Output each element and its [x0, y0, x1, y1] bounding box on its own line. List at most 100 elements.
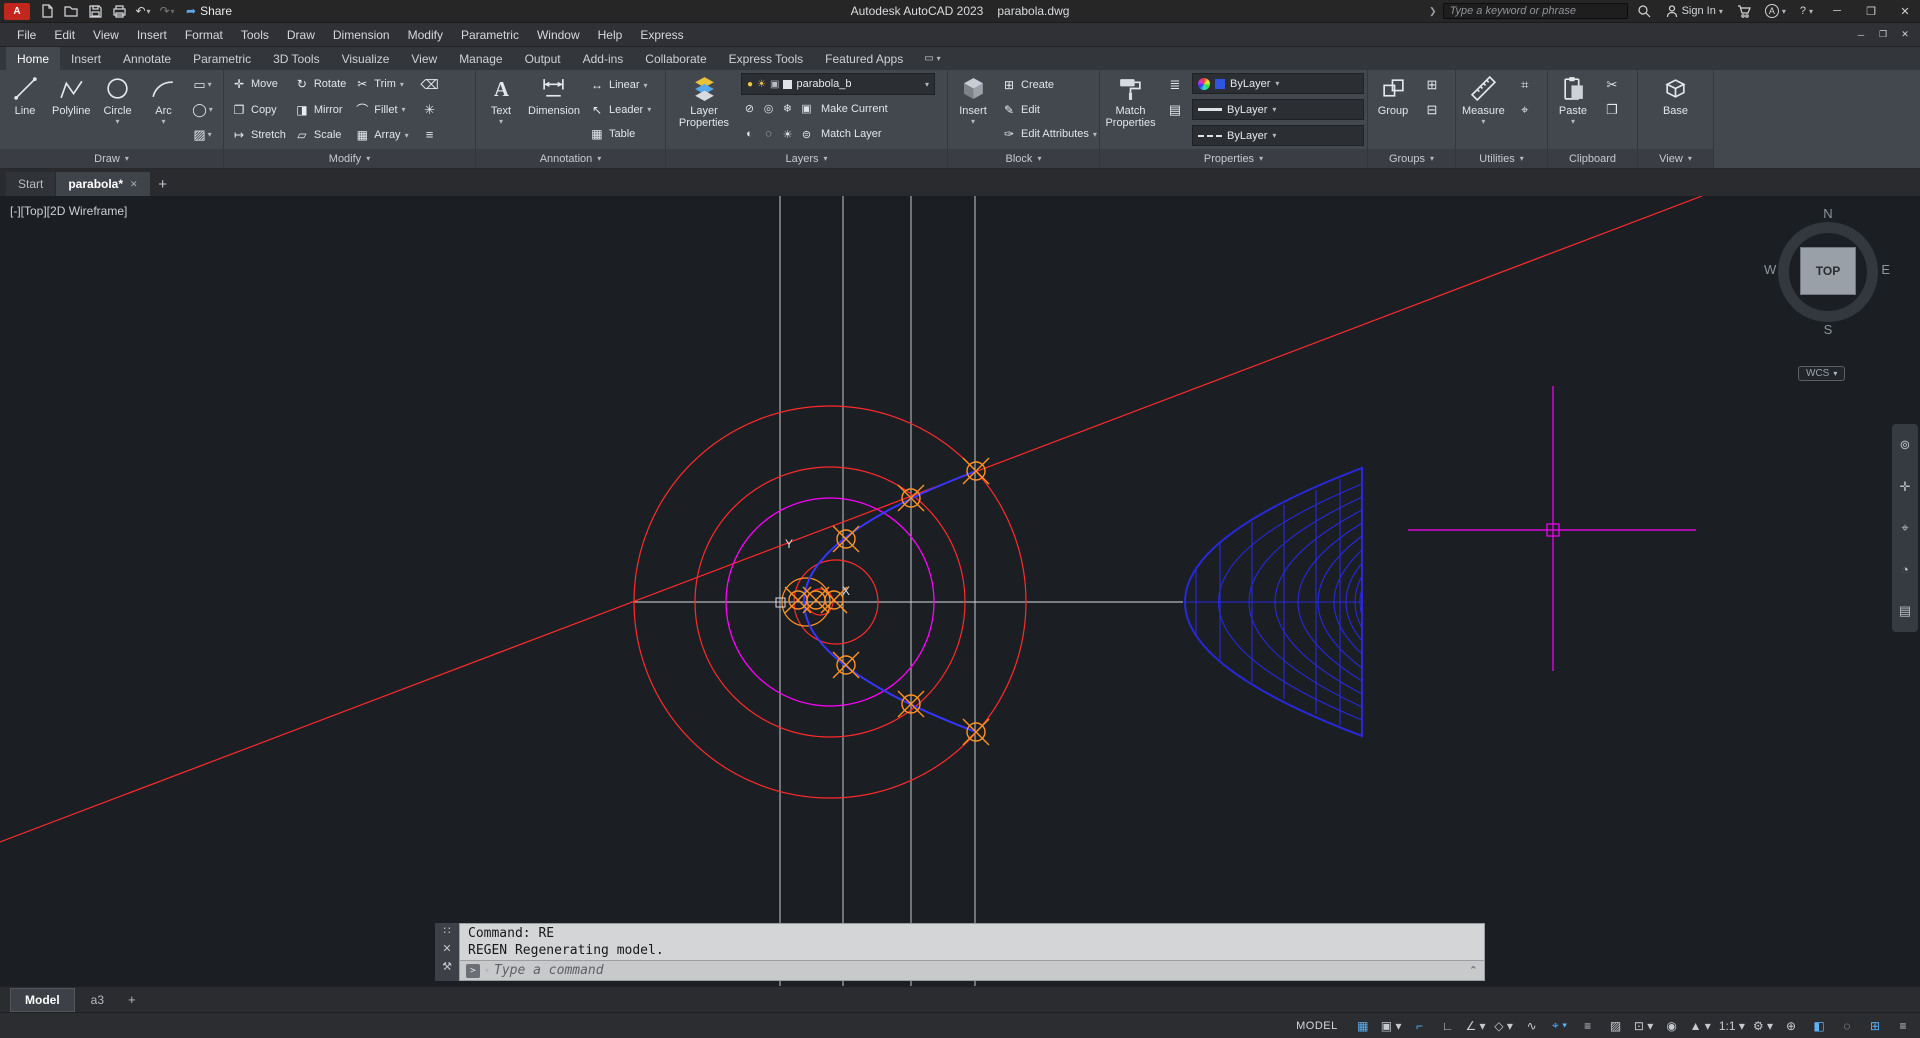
rotate-button[interactable]: ↻ Rotate	[290, 72, 350, 96]
close-button[interactable]: ✕	[1890, 0, 1920, 23]
menu-item-draw[interactable]: Draw	[278, 23, 324, 47]
workspace-switching-icon[interactable]: ⚙ ▾	[1750, 1016, 1776, 1036]
ribbon-tab-home[interactable]: Home	[6, 47, 61, 70]
wcs-dropdown[interactable]: WCS ▾	[1798, 366, 1846, 381]
ribbon-tab-featured-apps[interactable]: Featured Apps	[814, 47, 914, 70]
file-tab-close-icon[interactable]: ✕	[130, 179, 138, 190]
trim-button[interactable]: ✂ Trim ▾	[350, 72, 412, 96]
insert-block-button[interactable]: Insert ▾	[951, 72, 995, 147]
file-tab-start[interactable]: Start	[6, 172, 56, 196]
construction-xlines[interactable]	[631, 196, 1183, 986]
viewport-controls-label[interactable]: [-][Top][2D Wireframe]	[10, 204, 127, 218]
add-layout-button[interactable]: +	[120, 988, 144, 1011]
annotation-visibility-icon[interactable]: ◉	[1659, 1016, 1685, 1036]
move-button[interactable]: ✛ Move	[227, 72, 290, 96]
object-color-dropdown[interactable]: ByLayer ▾	[1192, 73, 1364, 94]
panel-label-properties[interactable]: Properties ▾	[1100, 149, 1367, 168]
ribbon-tab-view[interactable]: View	[400, 47, 448, 70]
command-input-row[interactable]: > ▾ Type a command ⌃	[459, 960, 1485, 981]
model-tab[interactable]: Model	[10, 987, 75, 1012]
fillet-button[interactable]: ⌒ Fillet ▾	[350, 98, 412, 122]
redo-button[interactable]: ↷ ▾	[156, 1, 178, 21]
polyline-button[interactable]: Polyline	[49, 72, 94, 147]
restore-button[interactable]: ❐	[1856, 0, 1886, 23]
ribbon-display-toggle[interactable]: ▭ ▾	[914, 47, 950, 70]
undo-button[interactable]: ↶ ▾	[132, 1, 154, 21]
properties-list-button[interactable]: ≣	[1160, 72, 1190, 97]
paste-button[interactable]: Paste ▾	[1551, 72, 1595, 147]
new-drawing-tab-button[interactable]: +	[151, 172, 175, 196]
ribbon-tab-parametric[interactable]: Parametric	[182, 47, 262, 70]
paraboloid-mesh-solid[interactable]	[1184, 466, 1363, 738]
clean-screen-icon[interactable]: ⊞	[1862, 1016, 1888, 1036]
app-store-button[interactable]	[1732, 1, 1756, 21]
panel-label-clipboard[interactable]: Clipboard	[1548, 149, 1637, 168]
model-space-viewport[interactable]: Y X [-][Top][2D Wireframe] N W E S TOP W…	[0, 196, 1920, 986]
viewcube-west[interactable]: W	[1764, 262, 1776, 277]
measure-button[interactable]: Measure ▾	[1459, 72, 1508, 147]
copy-button[interactable]: ❐ Copy	[227, 98, 290, 122]
menu-item-view[interactable]: View	[84, 23, 128, 47]
layer-unisolate-icon[interactable]: ◌	[760, 123, 777, 145]
orbit-icon[interactable]: ◔	[1901, 562, 1909, 577]
erase-button[interactable]: ⌫	[415, 72, 445, 97]
ribbon-tab-visualize[interactable]: Visualize	[331, 47, 401, 70]
menu-item-modify[interactable]: Modify	[399, 23, 452, 47]
panel-label-draw[interactable]: Draw ▾	[0, 149, 223, 168]
viewcube-south[interactable]: S	[1762, 322, 1894, 337]
match-layer-button[interactable]: Match Layer	[817, 122, 886, 146]
command-input-placeholder[interactable]: Type a command	[494, 963, 604, 978]
save-button[interactable]	[84, 1, 106, 21]
dynamic-input-icon[interactable]: ⌐	[1406, 1016, 1432, 1036]
lineweight-icon[interactable]: ≡	[1575, 1016, 1601, 1036]
id-point-button[interactable]: ⌖	[1510, 97, 1540, 122]
menu-item-parametric[interactable]: Parametric	[452, 23, 528, 47]
panel-label-modify[interactable]: Modify ▾	[224, 149, 475, 168]
ribbon-tab-manage[interactable]: Manage	[448, 47, 513, 70]
modify-more-button[interactable]: ≡	[415, 122, 445, 147]
ortho-mode-icon[interactable]: ∟	[1434, 1016, 1460, 1036]
plot-button[interactable]	[108, 1, 130, 21]
array-button[interactable]: ▦ Array ▾	[350, 123, 412, 147]
viewcube-top-face[interactable]: TOP	[1800, 247, 1856, 295]
panel-label-block[interactable]: Block ▾	[948, 149, 1099, 168]
layer-dropdown[interactable]: ● ☀ ▣ parabola_b ▾	[741, 73, 935, 95]
linear-dimension-button[interactable]: ↔ Linear ▾	[585, 73, 655, 97]
base-view-button[interactable]: Base	[1654, 72, 1698, 147]
model-space-button[interactable]: MODEL	[1286, 1020, 1348, 1032]
search-button[interactable]	[1632, 1, 1656, 21]
ungroup-button[interactable]: ⊟	[1417, 97, 1447, 122]
viewcube-east[interactable]: E	[1881, 262, 1890, 277]
new-file-button[interactable]	[36, 1, 58, 21]
panel-label-utilities[interactable]: Utilities ▾	[1456, 149, 1547, 168]
customization-icon[interactable]: ≡	[1890, 1016, 1916, 1036]
properties-palette-button[interactable]: ▤	[1160, 97, 1190, 122]
layer-off-icon[interactable]: ⊘	[741, 98, 758, 120]
doc-close-button[interactable]: ✕	[1894, 26, 1916, 44]
command-customize-icon[interactable]: ⚒	[442, 960, 452, 973]
autoscale-icon[interactable]: ▲ ▾	[1687, 1016, 1714, 1036]
layer-isolate-icon[interactable]: ◎	[760, 98, 777, 120]
ribbon-tab-3d-tools[interactable]: 3D Tools	[262, 47, 330, 70]
explode-button[interactable]: ✳	[415, 97, 445, 122]
sign-in-button[interactable]: Sign In ▾	[1660, 1, 1728, 21]
ribbon-tab-collaborate[interactable]: Collaborate	[634, 47, 717, 70]
zoom-icon[interactable]: ⌖	[1901, 520, 1908, 536]
ribbon-tab-express-tools[interactable]: Express Tools	[718, 47, 814, 70]
annotation-scale-button[interactable]: 1:1 ▾	[1716, 1016, 1748, 1036]
red-construction-geometry[interactable]	[0, 196, 1703, 843]
edit-attributes-button[interactable]: ✑ Edit Attributes ▾	[997, 122, 1099, 146]
isolate-objects-icon[interactable]: ◌	[1834, 1016, 1860, 1036]
quick-calc-button[interactable]: ⌗	[1510, 72, 1540, 97]
lineweight-dropdown[interactable]: ByLayer ▾	[1192, 99, 1364, 120]
layer-lock-icon[interactable]: ▣	[770, 79, 779, 90]
navigation-bar[interactable]: ⊚ ✛ ⌖ ◔ ▤	[1892, 424, 1918, 632]
stretch-button[interactable]: ↦ Stretch	[227, 123, 290, 147]
leader-button[interactable]: ↖ Leader ▾	[585, 98, 655, 122]
make-current-button[interactable]: Make Current	[817, 97, 892, 121]
cut-button[interactable]: ✂	[1597, 72, 1627, 97]
layer-properties-button[interactable]: Layer Properties	[669, 72, 739, 147]
menu-item-edit[interactable]: Edit	[45, 23, 84, 47]
viewcube-north[interactable]: N	[1762, 206, 1894, 221]
grid-icon[interactable]: ▦	[1350, 1016, 1376, 1036]
